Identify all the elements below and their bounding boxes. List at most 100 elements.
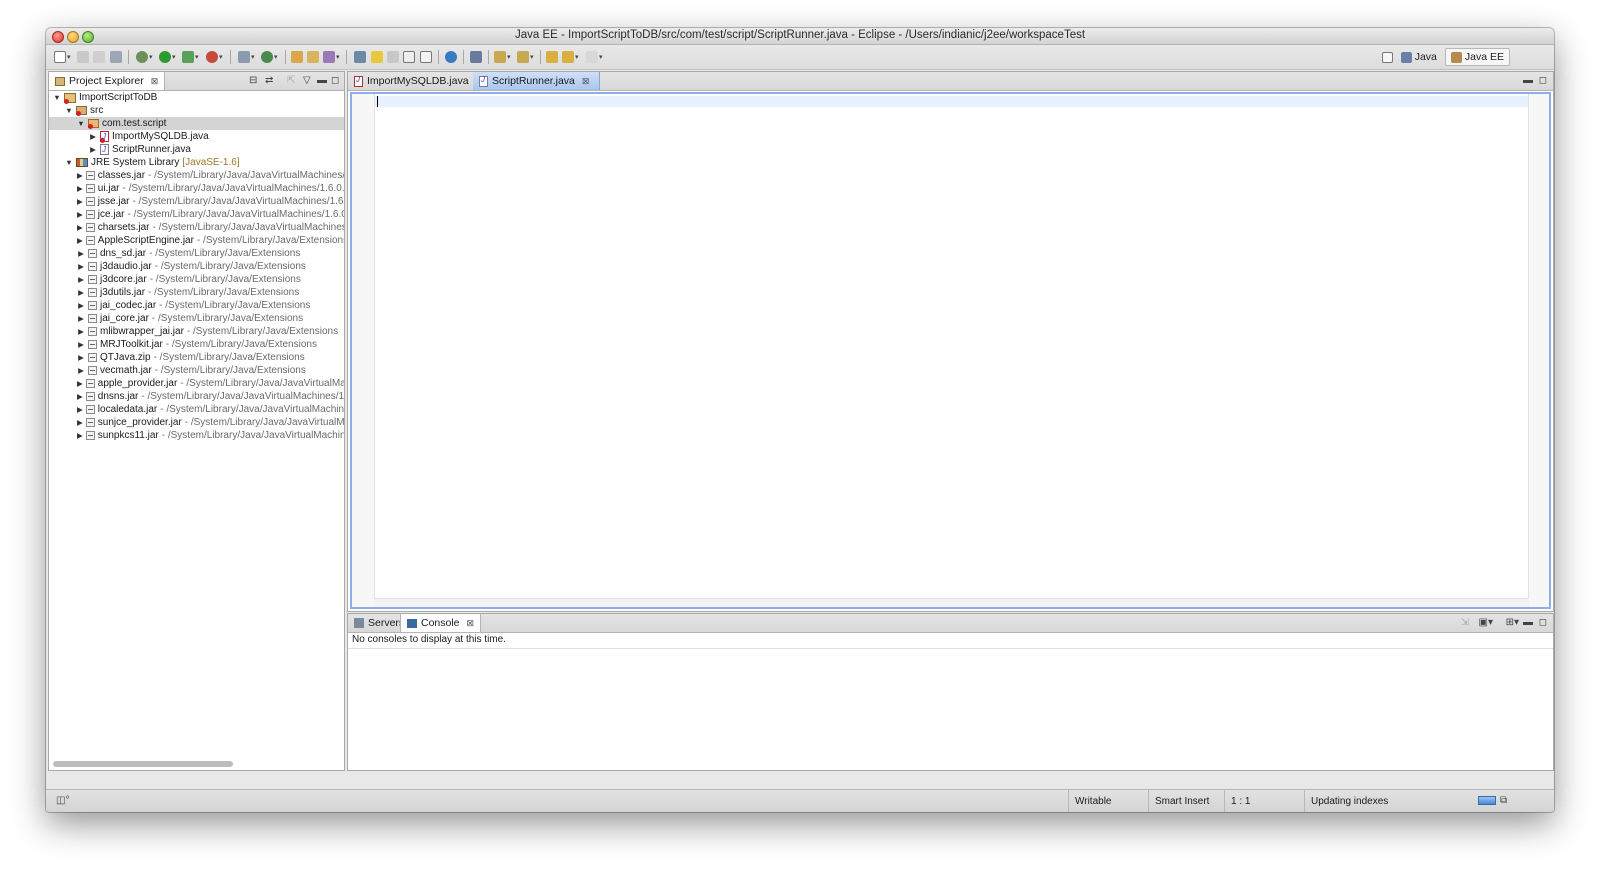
collapsed-arrow-icon[interactable]: ▶	[77, 325, 85, 338]
overview-ruler[interactable]	[1528, 94, 1549, 607]
tree-item[interactable]: ▶ MRJToolkit.jar - /System/Library/Java/E…	[49, 338, 344, 351]
open-console-icon[interactable]: ⊞▾	[1506, 617, 1519, 628]
tab-console[interactable]: Console ⊠	[400, 614, 482, 632]
expanded-arrow-icon[interactable]: ▼	[53, 91, 61, 104]
web-browser-button[interactable]	[445, 50, 457, 64]
external-tools-button[interactable]: ▾	[206, 50, 223, 64]
tab-import-mysql-db[interactable]: ImportMySQLDB.java	[348, 72, 480, 90]
next-annotation-button[interactable]	[354, 50, 366, 64]
save-button[interactable]	[77, 50, 89, 64]
maximize-icon[interactable]: ◻	[331, 75, 339, 86]
close-icon[interactable]: ⊠	[467, 618, 475, 629]
open-perspective-icon[interactable]	[1381, 51, 1393, 63]
collapsed-arrow-icon[interactable]: ▶	[77, 390, 83, 403]
tree-item[interactable]: ▶ j3dcore.jar - /System/Library/Java/Exte…	[49, 273, 344, 286]
run-coverage-button[interactable]: ▾	[182, 50, 199, 64]
collapsed-arrow-icon[interactable]: ▶	[77, 208, 83, 221]
link-with-editor-icon[interactable]: ⇄	[265, 75, 273, 86]
tree-item[interactable]: ▶ AppleScriptEngine.jar - /System/Library…	[49, 234, 344, 247]
save-all-button[interactable]	[93, 50, 105, 64]
code-editor[interactable]	[350, 92, 1551, 609]
collapse-all-icon[interactable]: ⊟	[249, 75, 257, 86]
display-console-icon[interactable]: ▣▾	[1479, 617, 1493, 628]
collapsed-arrow-icon[interactable]: ▶	[77, 273, 85, 286]
vertical-ruler[interactable]	[352, 94, 375, 607]
back-history-button[interactable]: ▾	[562, 50, 579, 64]
tree-item[interactable]: ▼ JRE System Library [JavaSE-1.6]	[49, 156, 344, 169]
perspective-java-ee-button[interactable]: Java EE	[1444, 48, 1510, 66]
collapsed-arrow-icon[interactable]: ▶	[89, 143, 97, 156]
new-class-button[interactable]: ▾	[261, 50, 278, 64]
collapsed-arrow-icon[interactable]: ▶	[77, 377, 83, 390]
collapsed-arrow-icon[interactable]: ▶	[77, 429, 83, 442]
tree-item[interactable]: ▶ dnsns.jar - /System/Library/Java/JavaVi…	[49, 390, 344, 403]
collapsed-arrow-icon[interactable]: ▶	[77, 299, 85, 312]
editor-horizontal-scrollbar[interactable]	[374, 598, 1529, 607]
show-whitespace-button[interactable]	[420, 50, 432, 64]
tree-item[interactable]: ▼ src	[49, 104, 344, 117]
minimize-icon[interactable]: ▬	[317, 75, 327, 86]
expanded-arrow-icon[interactable]: ▼	[65, 156, 73, 169]
open-type-button[interactable]	[291, 50, 303, 64]
tree-item[interactable]: ▶ jai_codec.jar - /System/Library/Java/Ex…	[49, 299, 344, 312]
collapsed-arrow-icon[interactable]: ▶	[77, 247, 85, 260]
collapsed-arrow-icon[interactable]: ▶	[77, 312, 85, 325]
tree-item[interactable]: ▶ charsets.jar - /System/Library/Java/Jav…	[49, 221, 344, 234]
print-button[interactable]	[110, 50, 122, 64]
tree-item[interactable]: ▶ vecmath.jar - /System/Library/Java/Exte…	[49, 364, 344, 377]
focus-icon[interactable]: ⇱	[287, 75, 295, 86]
next-annotation-down-button[interactable]: ▾	[494, 50, 511, 64]
toggle-breadcrumb-button[interactable]	[387, 50, 399, 64]
tab-project-explorer[interactable]: Project Explorer ⊠	[49, 72, 166, 90]
tree-item[interactable]: ▶ ScriptRunner.java	[49, 143, 344, 156]
pin-console-icon[interactable]: ⇲	[1461, 617, 1469, 628]
search-button[interactable]: ▾	[323, 50, 340, 64]
tree-item[interactable]: ▶ jce.jar - /System/Library/Java/JavaVirt…	[49, 208, 344, 221]
maximize-icon[interactable]: ◻	[1539, 617, 1547, 628]
tree-item[interactable]: ▶ jai_core.jar - /System/Library/Java/Ext…	[49, 312, 344, 325]
collapsed-arrow-icon[interactable]: ▶	[77, 364, 85, 377]
collapsed-arrow-icon[interactable]: ▶	[77, 416, 83, 429]
tree-item[interactable]: ▶ QTJava.zip - /System/Library/Java/Exten…	[49, 351, 344, 364]
tree-item[interactable]: ▶ ui.jar - /System/Library/Java/JavaVirtu…	[49, 182, 344, 195]
progress-view-icon[interactable]: ⧉	[1500, 795, 1507, 806]
close-icon[interactable]: ⊠	[151, 76, 159, 87]
prev-annotation-button[interactable]: ▾	[517, 50, 534, 64]
tree-item[interactable]: ▶ apple_provider.jar - /System/Library/Ja…	[49, 377, 344, 390]
collapsed-arrow-icon[interactable]: ▶	[77, 195, 83, 208]
collapsed-arrow-icon[interactable]: ▶	[77, 169, 83, 182]
maximize-icon[interactable]: ◻	[1539, 75, 1547, 86]
open-task-button[interactable]	[307, 50, 319, 64]
run-button[interactable]: ▾	[159, 50, 176, 64]
forward-button[interactable]: ▾	[586, 50, 603, 64]
tree-item[interactable]: ▶ localedata.jar - /System/Library/Java/J…	[49, 403, 344, 416]
tab-script-runner[interactable]: ScriptRunner.java ⊠	[473, 72, 600, 90]
perspective-java-button[interactable]: Java	[1395, 48, 1443, 66]
progress-bar-icon[interactable]	[1478, 796, 1496, 808]
debug-button[interactable]: ▾	[136, 50, 153, 64]
collapsed-arrow-icon[interactable]: ▶	[77, 182, 83, 195]
view-menu-icon[interactable]: ▽	[303, 75, 311, 86]
tree-item[interactable]: ▶ dns_sd.jar - /System/Library/Java/Exten…	[49, 247, 344, 260]
tree-item[interactable]: ▶ jsse.jar - /System/Library/Java/JavaVir…	[49, 195, 344, 208]
collapsed-arrow-icon[interactable]: ▶	[77, 286, 85, 299]
tree-item[interactable]: ▶ sunjce_provider.jar - /System/Library/J…	[49, 416, 344, 429]
collapsed-arrow-icon[interactable]: ▶	[89, 130, 97, 143]
new-server-button[interactable]: ▾	[238, 50, 255, 64]
expanded-arrow-icon[interactable]: ▼	[65, 104, 73, 117]
tree-item[interactable]: ▶ mlibwrapper_jai.jar - /System/Library/J…	[49, 325, 344, 338]
launch-button[interactable]	[470, 50, 482, 64]
tree-item[interactable]: ▼ ImportScriptToDB	[49, 91, 344, 104]
tree-item[interactable]: ▶ j3daudio.jar - /System/Library/Java/Ext…	[49, 260, 344, 273]
collapsed-arrow-icon[interactable]: ▶	[77, 221, 83, 234]
toggle-mark-occurrences-button[interactable]	[371, 50, 383, 64]
collapsed-arrow-icon[interactable]: ▶	[77, 234, 83, 247]
collapsed-arrow-icon[interactable]: ▶	[77, 351, 85, 364]
minimize-icon[interactable]: ▬	[1523, 617, 1533, 628]
back-button[interactable]	[546, 50, 558, 64]
tree-item[interactable]: ▶ classes.jar - /System/Library/Java/Java…	[49, 169, 344, 182]
minimize-icon[interactable]: ▬	[1523, 75, 1533, 86]
horizontal-scrollbar[interactable]	[53, 761, 233, 767]
close-icon[interactable]: ⊠	[582, 76, 590, 87]
collapsed-arrow-icon[interactable]: ▶	[77, 260, 85, 273]
